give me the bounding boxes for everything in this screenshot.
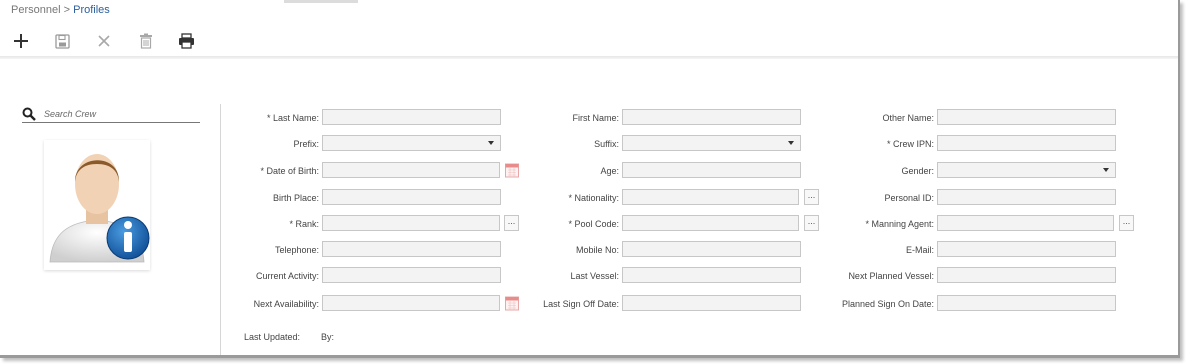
chevron-down-icon [1103, 168, 1109, 172]
crew-ipn-field[interactable] [937, 135, 1116, 151]
prefix-select[interactable] [322, 135, 501, 151]
crew-ipn-label: * Crew IPN: [886, 139, 934, 149]
manning-agent-lookup-button[interactable]: ... [1119, 215, 1134, 231]
first-name-label: First Name: [572, 113, 619, 123]
rank-lookup-button[interactable]: ... [504, 215, 519, 231]
pool-code-label: * Pool Code: [568, 219, 619, 229]
updated-by-label: By: [321, 332, 335, 342]
breadcrumb-current: Profiles [73, 4, 110, 16]
printer-icon [178, 33, 194, 49]
next-planned-vessel-field[interactable] [937, 267, 1116, 283]
current-activity-field[interactable] [322, 267, 501, 283]
mobile-no-field[interactable] [622, 241, 801, 257]
other-name-field[interactable] [937, 109, 1116, 125]
manning-agent-label: * Manning Agent: [865, 219, 934, 229]
next-availability-label: Next Availability: [253, 299, 319, 309]
personal-id-field[interactable] [937, 189, 1116, 205]
plus-icon [14, 34, 28, 48]
planned-sign-on-date-field[interactable] [937, 295, 1116, 311]
other-name-label: Other Name: [882, 113, 934, 123]
age-field[interactable] [622, 162, 801, 178]
calendar-icon[interactable] [505, 162, 519, 178]
rank-field[interactable] [322, 215, 500, 231]
telephone-label: Telephone: [274, 245, 319, 255]
save-button[interactable] [51, 30, 73, 52]
last-name-label: * Last Name: [266, 113, 319, 123]
chevron-down-icon [788, 141, 794, 145]
close-icon [98, 35, 110, 47]
date-of-birth-field[interactable] [322, 162, 500, 178]
profiles-window: Personnel > Profiles Search Crew * Last … [0, 0, 1180, 358]
prefix-label: Prefix: [293, 139, 319, 149]
save-icon [54, 33, 70, 49]
breadcrumb-parent[interactable]: Personnel [11, 4, 61, 16]
last-updated-label: Last Updated: [244, 332, 301, 342]
manning-agent-field[interactable] [937, 215, 1114, 231]
panel-divider [220, 104, 221, 355]
last-name-field[interactable] [322, 109, 501, 125]
gender-label: Gender: [901, 166, 934, 176]
pool-code-field[interactable] [622, 215, 799, 231]
mobile-no-label: Mobile No: [575, 245, 619, 255]
birth-place-field[interactable] [322, 189, 501, 205]
trash-icon [140, 33, 152, 49]
calendar-icon[interactable] [505, 295, 519, 311]
suffix-label: Suffix: [594, 139, 619, 149]
planned-sign-on-date-label: Planned Sign On Date: [841, 299, 934, 309]
breadcrumb-separator: > [63, 4, 71, 16]
date-of-birth-label: * Date of Birth: [260, 166, 319, 176]
nationality-field[interactable] [622, 189, 799, 205]
cancel-button[interactable] [93, 30, 115, 52]
top-indicator [284, 0, 358, 3]
search-input[interactable]: Search Crew [44, 109, 96, 119]
print-button[interactable] [175, 30, 197, 52]
last-vessel-label: Last Vessel: [570, 271, 619, 281]
search-icon [22, 107, 36, 121]
rank-label: * Rank: [289, 219, 319, 229]
add-button[interactable] [10, 30, 32, 52]
last-sign-off-date-label: Last Sign Off Date: [543, 299, 619, 309]
email-field[interactable] [937, 241, 1116, 257]
next-planned-vessel-label: Next Planned Vessel: [848, 271, 934, 281]
birth-place-label: Birth Place: [272, 193, 319, 203]
gender-select[interactable] [937, 162, 1116, 178]
personal-id-label: Personal ID: [884, 193, 934, 203]
breadcrumb: Personnel > Profiles [11, 4, 110, 16]
last-vessel-field[interactable] [622, 267, 801, 283]
age-label: Age: [600, 166, 619, 176]
chevron-down-icon [488, 141, 494, 145]
crew-search[interactable]: Search Crew [22, 107, 200, 123]
toolbar-divider [0, 56, 1178, 59]
suffix-select[interactable] [622, 135, 801, 151]
nationality-label: * Nationality: [568, 193, 619, 203]
email-label: E-Mail: [905, 245, 934, 255]
user-profile-icon [49, 154, 150, 263]
current-activity-label: Current Activity: [255, 271, 319, 281]
next-availability-field[interactable] [322, 295, 500, 311]
first-name-field[interactable] [622, 109, 801, 125]
last-sign-off-date-field[interactable] [622, 295, 801, 311]
telephone-field[interactable] [322, 241, 501, 257]
avatar [44, 140, 150, 270]
delete-button[interactable] [135, 30, 157, 52]
